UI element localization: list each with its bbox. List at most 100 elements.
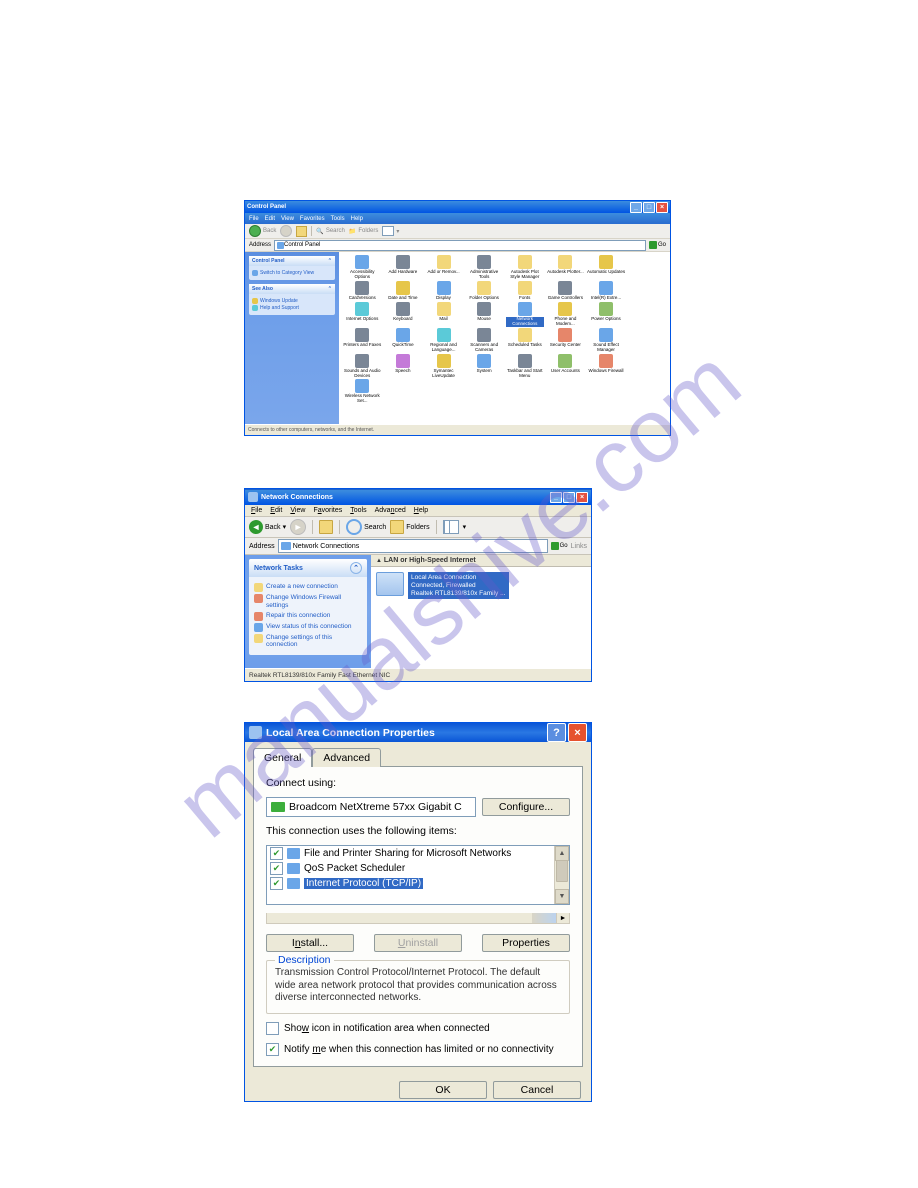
checkbox-icon[interactable]: ✔ xyxy=(270,862,283,875)
task-link[interactable]: View status of this connection xyxy=(254,623,362,632)
up-button[interactable] xyxy=(319,520,333,534)
scroll-down-icon[interactable]: ▼ xyxy=(555,889,569,904)
menu-favorites[interactable]: Favorites xyxy=(313,507,342,514)
cp-item[interactable]: Fonts xyxy=(506,281,545,301)
install-button[interactable]: Install... xyxy=(266,934,354,952)
close-button[interactable]: × xyxy=(576,492,588,503)
list-item[interactable]: ✔File and Printer Sharing for Microsoft … xyxy=(267,846,569,861)
ok-button[interactable]: OK xyxy=(399,1081,487,1099)
help-support-link[interactable]: Help and Support xyxy=(252,305,332,311)
menu-view[interactable]: View xyxy=(281,216,294,222)
address-input[interactable]: Control Panel xyxy=(274,240,646,251)
tab-general[interactable]: General xyxy=(253,748,312,767)
cp-item[interactable]: Date and Time xyxy=(384,281,423,301)
help-button[interactable]: ? xyxy=(547,723,566,742)
cp-item[interactable]: Regional and Language... xyxy=(424,328,463,353)
task-link[interactable]: Create a new connection xyxy=(254,583,362,592)
cp-item[interactable]: Network Connections xyxy=(506,302,545,327)
items-listbox[interactable]: ✔File and Printer Sharing for Microsoft … xyxy=(266,845,570,905)
maximize-button[interactable]: □ xyxy=(563,492,575,503)
checkbox-icon[interactable]: ✔ xyxy=(270,877,283,890)
cp-item[interactable]: Security Center xyxy=(546,328,585,353)
forward-button[interactable] xyxy=(280,225,292,237)
cp-item[interactable]: Autodesk Plot Style Manager xyxy=(506,255,545,280)
properties-button[interactable]: Properties xyxy=(482,934,570,952)
cp-item[interactable]: Administrative Tools xyxy=(465,255,504,280)
close-button[interactable]: × xyxy=(568,723,587,742)
views-button[interactable]: ▾ xyxy=(382,226,399,236)
folders-button[interactable]: Folders xyxy=(390,520,429,534)
cp-item[interactable]: Keyboard xyxy=(384,302,423,327)
cp-item[interactable]: System xyxy=(465,354,504,379)
cp-item[interactable]: Phone and Modem... xyxy=(546,302,585,327)
tab-advanced[interactable]: Advanced xyxy=(312,748,381,767)
menu-file[interactable]: File xyxy=(251,507,262,514)
task-link[interactable]: Repair this connection xyxy=(254,612,362,621)
cp-item[interactable]: Scanners and Cameras xyxy=(465,328,504,353)
menu-tools[interactable]: Tools xyxy=(350,507,366,514)
up-button[interactable] xyxy=(296,226,307,237)
task-link[interactable]: Change Windows Firewall settings xyxy=(254,594,362,610)
menu-file[interactable]: File xyxy=(249,216,259,222)
cp-item[interactable]: User Accounts xyxy=(546,354,585,379)
maximize-button[interactable]: □ xyxy=(643,202,655,213)
menu-help[interactable]: Help xyxy=(414,507,428,514)
views-button[interactable] xyxy=(443,520,459,534)
cp-item[interactable]: Wireless Network Set... xyxy=(343,379,382,404)
cp-item[interactable]: Folder Options xyxy=(465,281,504,301)
scroll-thumb[interactable] xyxy=(556,860,568,882)
show-icon-checkbox[interactable]: Show icon in notification area when conn… xyxy=(266,1022,570,1035)
menu-tools[interactable]: Tools xyxy=(331,216,345,222)
cp-item[interactable]: Game Controllers xyxy=(546,281,585,301)
go-button[interactable]: Go xyxy=(551,542,568,550)
titlebar[interactable]: Network Connections _ □ × xyxy=(245,489,591,505)
cp-item[interactable]: Autodesk Plotter... xyxy=(546,255,585,280)
cp-item[interactable]: Internet Options xyxy=(343,302,382,327)
cp-item[interactable]: CardVersions xyxy=(343,281,382,301)
menu-advanced[interactable]: Advanced xyxy=(375,507,406,514)
connection-item[interactable]: Local Area Connection Connected, Firewal… xyxy=(371,567,591,604)
switch-view-link[interactable]: Switch to Category View xyxy=(252,270,332,276)
scroll-up-icon[interactable]: ▲ xyxy=(555,846,569,861)
folders-button[interactable]: 📁 Folders xyxy=(349,228,379,235)
minimize-button[interactable]: _ xyxy=(550,492,562,503)
cp-item[interactable]: Printers and Faxes xyxy=(343,328,382,353)
cp-item[interactable]: Add or Remov... xyxy=(424,255,463,280)
checkbox-icon[interactable]: ✔ xyxy=(270,847,283,860)
menu-view[interactable]: View xyxy=(290,507,305,514)
cp-item[interactable]: Power Options xyxy=(587,302,626,327)
task-link[interactable]: Change settings of this connection xyxy=(254,634,362,650)
cp-item[interactable]: Speech xyxy=(384,354,423,379)
go-button[interactable]: Go xyxy=(649,241,666,249)
titlebar[interactable]: Local Area Connection Properties ? × xyxy=(245,723,591,742)
cp-item[interactable]: Taskbar and Start Menu xyxy=(506,354,545,379)
cp-item[interactable]: Symantec LiveUpdate xyxy=(424,354,463,379)
search-button[interactable]: Search xyxy=(346,519,386,535)
close-button[interactable]: × xyxy=(656,202,668,213)
cp-item[interactable]: Display xyxy=(424,281,463,301)
minimize-button[interactable]: _ xyxy=(630,202,642,213)
cp-item[interactable]: Add Hardware xyxy=(384,255,423,280)
titlebar[interactable]: Control Panel _ □ × xyxy=(245,201,670,213)
address-input[interactable]: Network Connections xyxy=(278,539,548,553)
cp-item[interactable]: Mouse xyxy=(465,302,504,327)
cp-item[interactable]: Sound Effect Manager xyxy=(587,328,626,353)
search-button[interactable]: 🔍 Search xyxy=(316,228,345,235)
cp-item[interactable]: Scheduled Tasks xyxy=(506,328,545,353)
windows-update-link[interactable]: Windows Update xyxy=(252,298,332,304)
notify-checkbox[interactable]: ✔ Notify me when this connection has lim… xyxy=(266,1043,570,1056)
cp-item[interactable]: Mail xyxy=(424,302,463,327)
cp-item[interactable]: Windows Firewall xyxy=(587,354,626,379)
menu-edit[interactable]: Edit xyxy=(265,216,275,222)
cancel-button[interactable]: Cancel xyxy=(493,1081,581,1099)
cp-item[interactable]: Sounds and Audio Devices xyxy=(343,354,382,379)
menu-edit[interactable]: Edit xyxy=(270,507,282,514)
collapse-icon[interactable]: ⌃ xyxy=(350,562,362,574)
scrollbar[interactable]: ▲ ▼ xyxy=(554,846,569,904)
menu-help[interactable]: Help xyxy=(351,216,363,222)
list-item[interactable]: ✔QoS Packet Scheduler xyxy=(267,861,569,876)
cp-item[interactable]: Accessibility Options xyxy=(343,255,382,280)
cp-item[interactable]: Automatic Updates xyxy=(587,255,626,280)
back-button[interactable]: Back xyxy=(249,225,276,237)
back-button[interactable]: ◄Back ▾ xyxy=(249,520,286,534)
